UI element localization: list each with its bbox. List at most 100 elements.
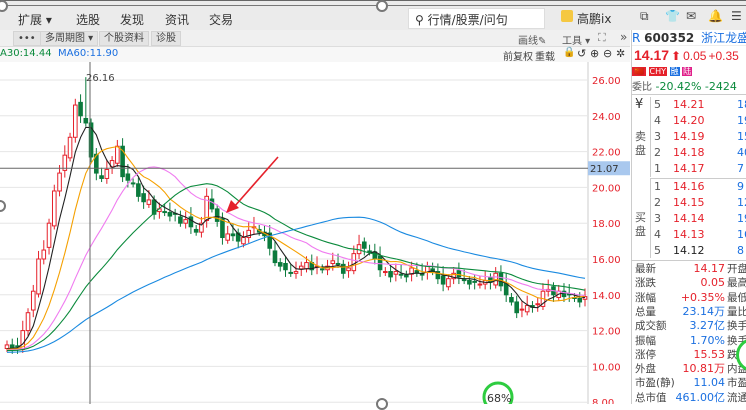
undo-icon[interactable]: ↺ [577, 47, 586, 60]
level-volume: 40 [737, 146, 746, 159]
candle [540, 283, 546, 311]
annotation-arrow-shaft [233, 156, 279, 208]
level-volume: 19 [737, 212, 746, 225]
menu-trade[interactable]: 交易 [209, 11, 233, 28]
candle [346, 261, 351, 278]
mail-icon[interactable]: ✉ [686, 9, 696, 23]
ma30-value: A30:14.44 [0, 48, 52, 59]
candle-body [57, 172, 62, 192]
search-icon: ⚲ [415, 13, 428, 27]
candle [488, 273, 493, 290]
collapse-panel-icon[interactable]: » [620, 30, 627, 44]
china-flag-badge[interactable]: 🇨🇳 [632, 67, 646, 76]
level-index: 5 [654, 98, 661, 111]
order-level[interactable]: 2 14.15 12 [651, 195, 746, 211]
bell-icon[interactable]: 🔔 [708, 9, 723, 23]
candle-body [193, 228, 199, 233]
skin-shirt-icon[interactable]: 👕 [665, 9, 680, 23]
candle [283, 257, 288, 277]
order-level[interactable]: 5 14.21 18 [651, 97, 746, 113]
candle [383, 267, 388, 277]
level-volume: 9 [737, 180, 744, 193]
adjust-button[interactable]: 前复权 [503, 48, 533, 63]
candle-body [524, 305, 530, 313]
chy-badge[interactable]: CHY [648, 67, 668, 76]
candle [167, 202, 173, 222]
menu-extend[interactable]: 扩展 ▾ [18, 11, 52, 28]
candle-body [383, 271, 388, 274]
zoom-in-icon[interactable]: ⊕ [590, 47, 599, 60]
order-level[interactable]: 1 14.17 7 [651, 161, 746, 177]
candle [57, 165, 62, 197]
level-index: 1 [654, 162, 661, 175]
user-name[interactable]: 高鹏ix [577, 10, 611, 27]
resize-handle[interactable] [376, 0, 388, 12]
candle [225, 225, 230, 244]
order-level[interactable]: 1 14.16 9 [651, 179, 746, 195]
stat-label: 总市值 [635, 391, 667, 404]
search-placeholder: 行情/股票/问句 [427, 13, 508, 27]
y-tick-label: 8.00 [592, 398, 614, 404]
candle-body [99, 175, 104, 179]
stat-label: 流通 [727, 391, 746, 404]
draw-line-button[interactable]: 画线✎ [518, 32, 546, 47]
settings-gear-icon[interactable]: ✲ [616, 47, 625, 60]
candle-body [519, 308, 525, 311]
candle [251, 216, 257, 235]
y-tick-label: 12.00 [592, 327, 621, 338]
level-price: 14.20 [673, 114, 705, 127]
candle [78, 94, 83, 123]
avatar[interactable] [561, 10, 573, 22]
candle [94, 148, 99, 181]
kline-chart[interactable]: 26.00 24.00 22.00 20.00 18.00 16.00 14.00 12.00… [0, 62, 630, 404]
stock-info-button[interactable]: 个股资料 [99, 31, 149, 46]
candle [404, 270, 409, 283]
order-level[interactable]: 2 14.18 40 [651, 145, 746, 161]
candle [545, 279, 551, 297]
menu-news[interactable]: 资讯 [165, 11, 189, 28]
ma60-line [6, 216, 586, 353]
candle [514, 295, 519, 319]
candle [409, 261, 414, 282]
y-tick-label: 10.00 [592, 362, 621, 373]
bid-book: 1 14.16 9 2 14.15 12 3 14.14 19 4 14.13 16 5 14.12 8 [650, 178, 746, 258]
search-input[interactable]: ⚲ 行情/股票/问句 [408, 8, 545, 29]
menu-stock-picker[interactable]: 选股 [76, 11, 100, 28]
level-price: 14.16 [673, 180, 705, 193]
last-price: 14.17 [634, 47, 670, 63]
candle [67, 132, 73, 162]
order-level[interactable]: 4 14.13 16 [651, 227, 746, 243]
restore-icon[interactable]: ⧉ [640, 9, 649, 24]
candle-body [509, 296, 514, 303]
level-volume: 7 [737, 162, 744, 175]
list-menu-icon[interactable]: ☰ [731, 9, 742, 23]
y-tick-label: 20.00 [592, 183, 621, 194]
candle [398, 264, 404, 279]
order-ratio-label: 委比 [632, 82, 652, 93]
more-button[interactable]: ••• [13, 31, 41, 46]
menu-discover[interactable]: 发现 [120, 11, 144, 28]
progress-label: 68% [487, 392, 511, 404]
zoom-out-icon[interactable]: ⊖ [603, 47, 612, 60]
reload-button[interactable]: 重载 [535, 48, 555, 63]
candle-body [167, 211, 173, 217]
level-price: 14.13 [673, 228, 705, 241]
resize-handle[interactable] [376, 398, 388, 410]
multi-period-button[interactable]: 多周期图 ▾ [40, 31, 99, 46]
margin-badge[interactable]: 融 [669, 67, 680, 76]
stock-code: 600352 [644, 31, 695, 45]
candle [272, 241, 278, 267]
fullscreen-icon[interactable]: ⛶ [598, 31, 606, 45]
candle [340, 259, 346, 279]
order-level[interactable]: 3 14.14 19 [651, 211, 746, 227]
diagnose-button[interactable]: 诊股 [151, 31, 181, 46]
hk-connect-badge[interactable]: 陆 [682, 67, 693, 76]
tools-button[interactable]: 工具 ▾ [562, 32, 590, 47]
lock-icon[interactable]: 🔒 [563, 47, 575, 58]
order-level[interactable]: 3 14.19 15 [651, 129, 746, 145]
candle-body [4, 344, 10, 350]
level-index: 3 [654, 130, 661, 143]
candle [267, 224, 273, 256]
order-level[interactable]: 4 14.20 19 [651, 113, 746, 129]
order-level[interactable]: 5 14.12 8 [651, 243, 746, 259]
